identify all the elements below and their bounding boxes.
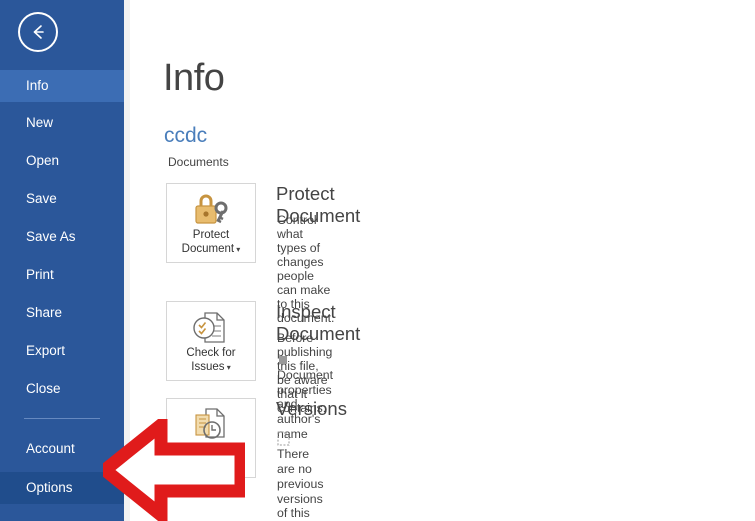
main-content-pane: Info ccdc Documents Protect Document ▾ P… [130,0,755,521]
dashed-document-icon [277,431,303,446]
inspect-document-row: Document properties and author's name [277,352,333,441]
protect-document-button-label-line2-text: Document [181,243,235,255]
sidebar-item-account[interactable]: Account [0,433,124,465]
chevron-down-icon[interactable]: ▾ [225,363,231,372]
protect-document-button-label-line1: Protect [192,229,230,241]
sidebar-item-save-as[interactable]: Save As [0,221,124,253]
lock-and-key-icon [167,184,255,228]
protect-document-button-label-line2: Document ▾ [167,242,255,257]
manage-versions-icon [167,399,255,443]
check-for-issues-button-label-line2-text: Issues [191,361,225,373]
manage-versions-button-label-line2: Versions ▾ [167,457,255,472]
protect-document-button[interactable]: Protect Document ▾ [166,183,256,263]
document-inspect-icon [167,302,255,346]
chevron-down-icon[interactable]: ▾ [230,460,236,469]
chevron-down-icon[interactable]: ▾ [234,245,240,254]
sidebar-item-print[interactable]: Print [0,259,124,291]
manage-versions-button[interactable]: Manage Versions ▾ [166,398,256,478]
sidebar-divider [24,418,100,419]
versions-row: There are no previous versions of this f… [277,431,323,521]
backstage-edge [124,0,130,521]
sidebar-item-open[interactable]: Open [0,145,124,177]
document-location: Documents [168,155,229,169]
manage-versions-button-label-line2-text: Versions [185,458,230,470]
document-name: ccdc [164,124,208,147]
gray-square-bullet-icon [277,353,303,367]
check-for-issues-button-label-line2: Issues ▾ [167,360,255,375]
versions-row-text: There are no previous versions of this f… [277,447,324,521]
check-for-issues-button[interactable]: Check for Issues ▾ [166,301,256,381]
versions-title: Versions [276,398,347,419]
page-title: Info [163,57,225,99]
sidebar-item-share[interactable]: Share [0,297,124,329]
word-backstage-info-screen: ccdc - Word Info ccdc Documents Prot [0,0,755,521]
manage-versions-button-label-line1: Manage [190,444,232,456]
sidebar-item-info[interactable]: Info [0,70,124,102]
sidebar-item-close[interactable]: Close [0,373,124,405]
sidebar-item-new[interactable]: New [0,107,124,139]
check-for-issues-button-label-line1: Check for [186,347,236,359]
sidebar-item-options[interactable]: Options [0,472,124,504]
sidebar-item-save[interactable]: Save [0,183,124,215]
back-arrow-icon[interactable] [18,12,58,52]
backstage-sidebar: Info New Open Save Save As Print Share Export Cl… [0,0,124,521]
sidebar-item-export[interactable]: Export [0,335,124,367]
